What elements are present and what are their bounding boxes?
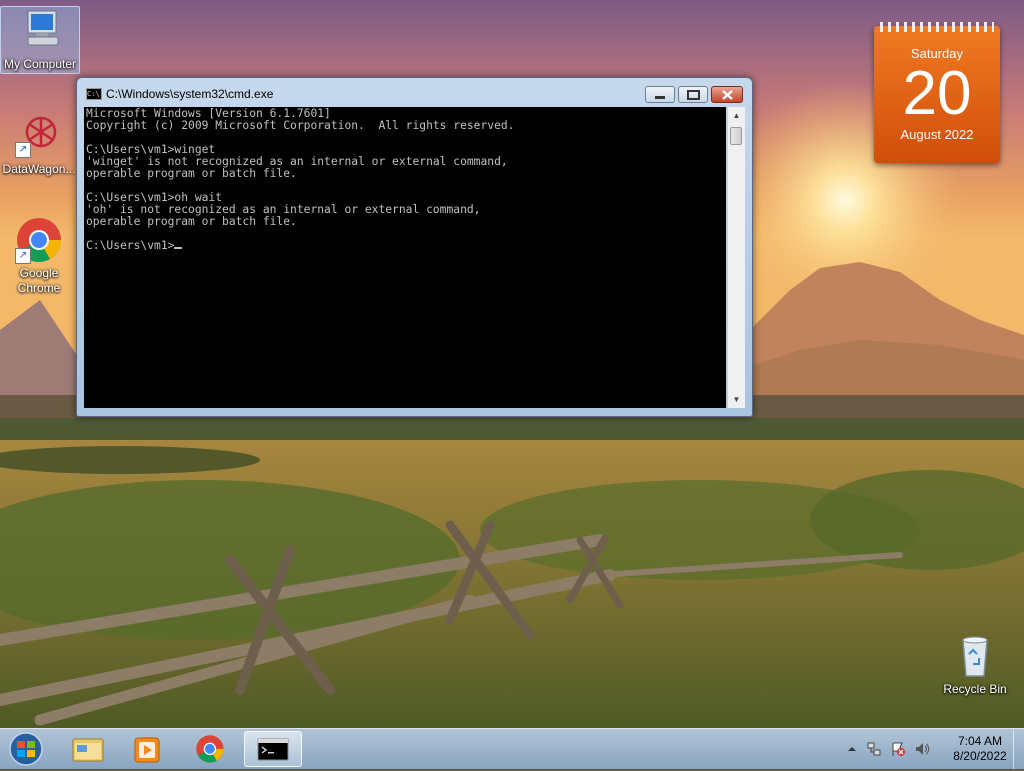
taskbar-media-player-button[interactable] xyxy=(118,731,176,767)
cmd-icon xyxy=(257,738,289,761)
maximize-icon xyxy=(687,90,700,100)
desktop-icon-label: DataWagon... xyxy=(2,162,76,176)
system-tray: 7:04 AM 8/20/2022 xyxy=(840,729,1024,769)
scroll-thumb[interactable] xyxy=(730,127,742,145)
calendar-gadget[interactable]: Saturday 20 August 2022 xyxy=(874,22,1000,163)
maximize-button[interactable] xyxy=(678,86,708,103)
window-titlebar[interactable]: C:\ C:\Windows\system32\cmd.exe xyxy=(77,78,752,106)
computer-icon xyxy=(16,7,64,55)
console-output[interactable]: Microsoft Windows [Version 6.1.7601] Cop… xyxy=(84,107,726,408)
explorer-icon xyxy=(72,738,104,762)
action-center-icon[interactable] xyxy=(890,741,906,757)
recycle-bin-icon xyxy=(951,632,999,680)
volume-icon[interactable] xyxy=(914,741,930,757)
taskbar: 7:04 AM 8/20/2022 xyxy=(0,728,1024,769)
scroll-up-icon[interactable]: ▲ xyxy=(728,107,745,124)
calendar-month-year: August 2022 xyxy=(900,127,974,142)
vertical-scrollbar[interactable]: ▲ ▼ xyxy=(727,107,745,408)
desktop-icon-label: Recycle Bin xyxy=(943,682,1007,696)
calendar-rings xyxy=(880,22,994,32)
datawagon-icon: ↗ xyxy=(15,112,63,160)
close-icon xyxy=(722,90,733,100)
console-cursor xyxy=(174,247,183,249)
clock-time: 7:04 AM xyxy=(957,734,1003,748)
media-player-icon xyxy=(134,737,160,763)
console-text: Microsoft Windows [Version 6.1.7601] Cop… xyxy=(86,107,515,252)
desktop-icon-recycle-bin[interactable]: Recycle Bin xyxy=(936,632,1014,697)
start-orb-icon xyxy=(9,732,43,766)
clock-date: 8/20/2022 xyxy=(953,749,1007,763)
show-hidden-icons-icon[interactable] xyxy=(844,741,860,757)
shortcut-arrow-icon: ↗ xyxy=(15,248,31,264)
shortcut-arrow-icon: ↗ xyxy=(15,142,31,158)
minimize-icon xyxy=(655,96,665,99)
cmd-app-icon[interactable]: C:\ xyxy=(86,88,102,100)
desktop-icon-google-chrome[interactable]: ↗ Google Chrome xyxy=(0,216,78,296)
calendar-day: 20 xyxy=(902,59,972,128)
network-icon[interactable] xyxy=(866,741,882,757)
desktop-icon-label: My Computer xyxy=(3,57,77,71)
cmd-window[interactable]: C:\ C:\Windows\system32\cmd.exe Microsof… xyxy=(76,77,753,417)
show-desktop-button[interactable] xyxy=(1013,729,1024,769)
minimize-button[interactable] xyxy=(645,86,675,103)
close-button[interactable] xyxy=(711,86,743,103)
taskbar-explorer-button[interactable] xyxy=(59,731,117,767)
desktop-icon-my-computer[interactable]: My Computer xyxy=(0,6,80,74)
desktop-icon-label: Google Chrome xyxy=(17,266,61,295)
window-title: C:\Windows\system32\cmd.exe xyxy=(106,87,274,101)
start-button[interactable] xyxy=(4,730,48,768)
taskbar-chrome-button[interactable] xyxy=(181,731,239,767)
scroll-down-icon[interactable]: ▼ xyxy=(728,391,745,408)
taskbar-cmd-button[interactable] xyxy=(244,731,302,767)
desktop-icon-datawagon[interactable]: ↗ DataWagon... xyxy=(0,112,78,177)
taskbar-clock[interactable]: 7:04 AM 8/20/2022 xyxy=(940,734,1020,764)
chrome-icon: ↗ xyxy=(15,216,63,264)
chrome-icon xyxy=(196,735,224,763)
